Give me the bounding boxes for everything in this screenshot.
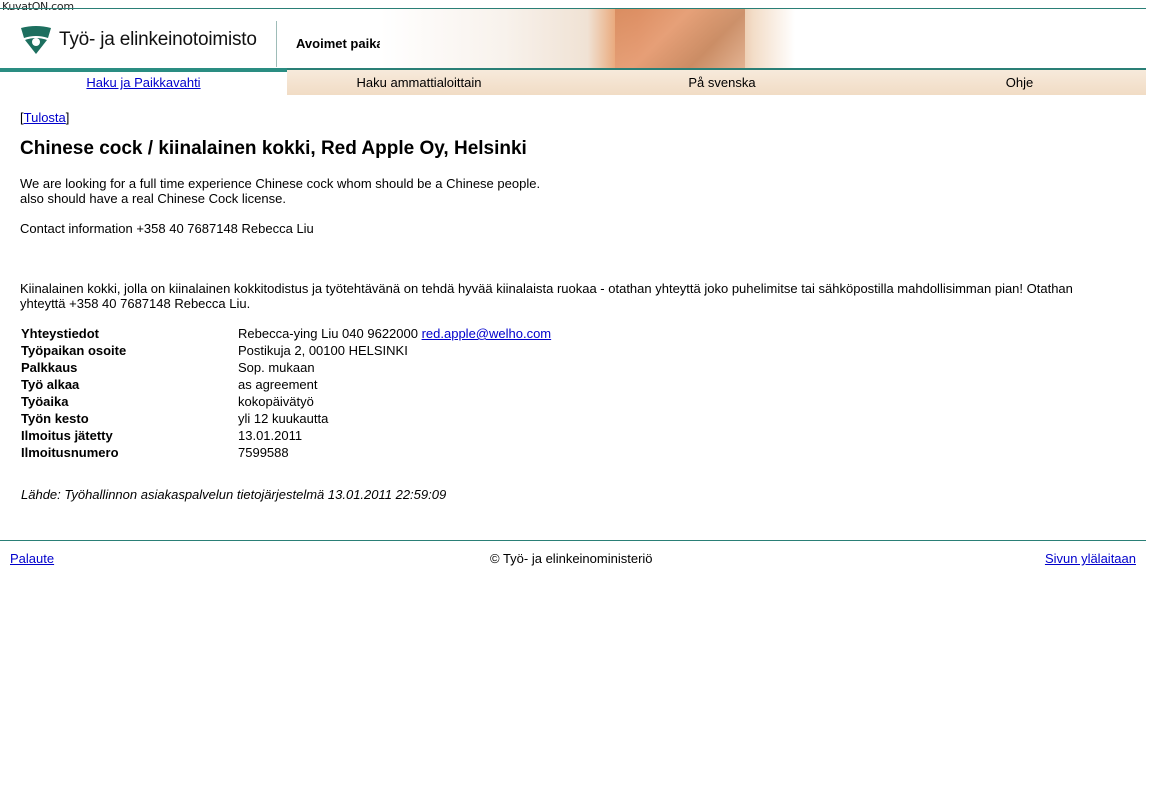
detail-label: Yhteystiedot	[21, 326, 100, 341]
tab-label[interactable]: Ohje	[1006, 75, 1033, 90]
bracket: ]	[65, 110, 70, 125]
site-header: Työ- ja elinkeinotoimisto Avoimet paikat	[0, 9, 1146, 69]
back-to-top-link[interactable]: Sivun ylälaitaan	[1045, 551, 1136, 566]
ministry-logo-icon	[21, 26, 51, 54]
detail-label: Työpaikan osoite	[21, 343, 127, 358]
header-divider	[276, 21, 277, 67]
detail-label: Työn kesto	[21, 411, 89, 426]
tab-haku-ammattialoittain[interactable]: Haku ammattialoittain	[287, 70, 551, 95]
detail-value: yli 12 kuukautta	[238, 411, 329, 426]
tab-label[interactable]: På svenska	[688, 75, 755, 90]
source-note: Lähde: Työhallinnon asiakaspalvelun tiet…	[21, 487, 447, 502]
tab-label[interactable]: Haku ja Paikkavahti	[86, 75, 200, 90]
detail-label: Palkkaus	[21, 360, 78, 375]
detail-value: 13.01.2011	[238, 428, 303, 443]
job-details-table: Yhteystiedot Rebecca-ying Liu 040 962200…	[20, 326, 720, 462]
description-line: We are looking for a full time experienc…	[20, 176, 541, 191]
description-english: We are looking for a full time experienc…	[20, 176, 1130, 206]
tab-ohje[interactable]: Ohje	[893, 70, 1146, 95]
tab-pa-svenska[interactable]: På svenska	[551, 70, 893, 95]
description-line: yhteyttä +358 40 7687148 Rebecca Liu.	[20, 296, 251, 311]
detail-label: Työ alkaa	[21, 377, 80, 392]
header-banner-image	[380, 9, 795, 69]
site-logo[interactable]: Työ- ja elinkeinotoimisto	[19, 25, 257, 55]
description-finnish: Kiinalainen kokki, jolla on kiinalainen …	[20, 281, 1130, 311]
print-link[interactable]: Tulosta	[24, 110, 66, 125]
contact-value: Rebecca-ying Liu 040 9622000	[238, 326, 422, 341]
section-title: Avoimet paikat	[296, 36, 388, 51]
detail-label: Työaika	[21, 394, 69, 409]
email-link[interactable]: red.apple@welho.com	[422, 326, 552, 341]
detail-label: Ilmoitus jätetty	[21, 428, 113, 443]
detail-value: Sop. mukaan	[238, 360, 315, 375]
print-link-wrapper: [Tulosta]	[20, 110, 1130, 125]
detail-value: Postikuja 2, 00100 HELSINKI	[238, 343, 408, 358]
detail-value: Rebecca-ying Liu 040 9622000 red.apple@w…	[237, 326, 720, 343]
tab-label[interactable]: Haku ammattialoittain	[357, 75, 482, 90]
org-name: Työ- ja elinkeinotoimisto	[59, 29, 257, 50]
detail-value: as agreement	[238, 377, 318, 392]
copyright: © Työ- ja elinkeinoministeriö	[490, 551, 653, 566]
main-content: [Tulosta] Chinese cock / kiinalainen kok…	[20, 110, 1130, 502]
job-title: Chinese cock / kiinalainen kokki, Red Ap…	[20, 138, 527, 159]
table-row: Palkkaus Sop. mukaan	[20, 360, 720, 377]
detail-label: Ilmoitusnumero	[21, 445, 119, 460]
detail-value: kokopäivätyö	[238, 394, 314, 409]
tab-haku-ja-paikkavahti[interactable]: Haku ja Paikkavahti	[0, 70, 287, 95]
description-line: Kiinalainen kokki, jolla on kiinalainen …	[20, 281, 1073, 296]
table-row: Työ alkaa as agreement	[20, 377, 720, 394]
table-row: Työpaikan osoite Postikuja 2, 00100 HELS…	[20, 343, 720, 360]
table-row: Ilmoitusnumero 7599588	[20, 445, 720, 462]
main-nav: Haku ja Paikkavahti Haku ammattialoittai…	[0, 70, 1146, 95]
active-tab-indicator	[0, 68, 287, 72]
description-line: also should have a real Chinese Cock lic…	[20, 191, 286, 206]
table-row: Työaika kokopäivätyö	[20, 394, 720, 411]
footer-rule	[0, 540, 1146, 541]
feedback-link[interactable]: Palaute	[10, 551, 54, 566]
detail-value: 7599588	[238, 445, 289, 460]
table-row: Ilmoitus jätetty 13.01.2011	[20, 428, 720, 445]
table-row: Yhteystiedot Rebecca-ying Liu 040 962200…	[20, 326, 720, 343]
table-row: Työn kesto yli 12 kuukautta	[20, 411, 720, 428]
contact-info: Contact information +358 40 7687148 Rebe…	[20, 221, 314, 236]
